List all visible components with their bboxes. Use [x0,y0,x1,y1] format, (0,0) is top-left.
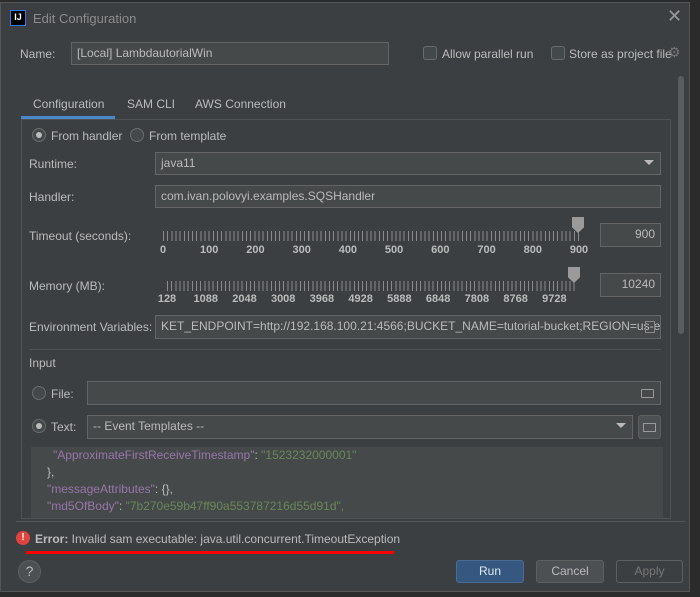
name-input[interactable]: [Local] LambdautorialWin [71,42,389,65]
timeout-tick-label: 100 [200,244,219,256]
memory-tick-label: 128 [157,293,177,305]
open-file-button[interactable] [638,415,661,439]
code-sep: : {}, [154,482,173,496]
tab-aws-connection[interactable]: AWS Connection [195,97,286,111]
store-project-checkbox[interactable] [551,46,565,60]
code-key: "messageAttributes" [47,482,155,496]
folder-icon[interactable] [641,389,654,398]
code-key: "ApproximateFirstReceiveTimestamp" [53,448,255,462]
timeout-tick-label: 600 [431,244,450,256]
code-line: }, [47,464,647,481]
file-input[interactable] [87,381,661,405]
memory-ticks [167,281,575,291]
handler-label: Handler: [29,190,75,204]
event-templates-select[interactable]: -- Event Templates -- [87,415,633,439]
scrollbar[interactable] [678,76,684,334]
timeout-tick-label: 700 [477,244,496,256]
tab-sam-cli[interactable]: SAM CLI [127,97,175,111]
env-input[interactable]: KET_ENDPOINT=http://192.168.100.21:4566;… [155,315,661,339]
event-templates-value: -- Event Templates -- [93,419,205,433]
browse-env-icon[interactable] [645,321,655,333]
memory-tick-label: 8768 [503,293,528,305]
close-icon[interactable]: ✕ [667,6,682,27]
text-radio[interactable] [32,419,46,433]
runtime-label: Runtime: [29,157,78,171]
timeout-input[interactable]: 900 [600,223,661,247]
chevron-down-icon [616,423,626,428]
timeout-tick-label: 200 [246,244,265,256]
memory-input[interactable]: 10240 [600,273,661,297]
timeout-tick-label: 800 [523,244,542,256]
memory-tick-label: 2048 [232,293,257,305]
code-key: "md5OfBody" [47,499,119,513]
memory-tick-label: 3968 [309,293,335,305]
timeout-tick-label: 400 [338,244,358,256]
memory-label: Memory (MB): [29,279,105,293]
store-project-label: Store as project file [569,47,672,61]
allow-parallel-label: Allow parallel run [442,47,534,61]
timeout-tick-label: 500 [384,244,404,256]
edit-configuration-dialog: IJ Edit Configuration ✕ Name: [Local] La… [0,2,690,592]
runtime-select[interactable]: java11 [155,152,661,175]
run-button[interactable]: Run [456,560,524,583]
timeout-tick-label: 900 [569,244,589,256]
divider [29,349,661,350]
window-title: Edit Configuration [33,11,137,26]
cancel-button[interactable]: Cancel [536,560,604,583]
chevron-down-icon [644,160,654,165]
file-radio[interactable] [32,386,46,400]
memory-tick-label: 9728 [542,293,567,305]
runtime-value: java11 [161,156,196,170]
timeout-label: Timeout (seconds): [29,229,132,243]
code-sep: : [118,499,126,513]
error-prefix: Error: [35,532,69,546]
from-template-label: From template [149,129,227,143]
timeout-tick-label: 300 [292,244,311,256]
timeout-tick-label: 0 [159,244,167,256]
code-line: "ApproximateFirstReceiveTimestamp": "152… [47,447,647,464]
from-handler-label: From handler [51,129,123,143]
code-val: "7b270e59b47ff90a553787216d55d91d", [125,499,345,513]
error-icon: ! [16,531,30,545]
event-text-editor[interactable]: "ApproximateFirstReceiveTimestamp": "152… [31,447,663,518]
memory-tick-label: 1088 [193,293,218,305]
help-button[interactable]: ? [18,560,41,583]
intellij-icon: IJ [10,10,26,26]
memory-tick-label: 4928 [348,293,373,305]
apply-button[interactable]: Apply [616,560,683,583]
code-val: "1523232000001" [261,448,357,462]
error-text: Invalid sam executable: java.util.concur… [68,532,401,546]
env-value: KET_ENDPOINT=http://192.168.100.21:4566;… [161,319,661,333]
red-underline [26,551,394,554]
code-line: "messageAttributes": {}, [47,481,647,498]
from-handler-radio[interactable] [32,128,46,142]
memory-tick-label: 3008 [270,293,296,305]
file-label: File: [51,387,74,401]
env-label: Environment Variables: [29,320,153,334]
memory-tick-label: 5888 [387,293,412,305]
memory-tick-label: 7808 [464,293,490,305]
divider [16,521,685,522]
code-line: "md5OfBody": "7b270e59b47ff90a553787216d… [47,498,647,515]
timeout-ticks [163,231,579,241]
error-message: Error: Invalid sam executable: java.util… [35,532,400,546]
from-template-radio[interactable] [130,128,144,142]
memory-tick-label: 6848 [425,293,451,305]
allow-parallel-checkbox[interactable] [423,46,437,60]
code-sep: }, [47,465,55,479]
name-label: Name: [20,47,56,61]
folder-icon [643,423,656,432]
text-label: Text: [51,420,77,434]
tab-configuration[interactable]: Configuration [33,97,104,111]
input-heading: Input [29,356,56,370]
gear-icon[interactable]: ⚙ [668,44,681,61]
handler-input[interactable]: com.ivan.polovyi.examples.SQSHandler [155,185,661,208]
